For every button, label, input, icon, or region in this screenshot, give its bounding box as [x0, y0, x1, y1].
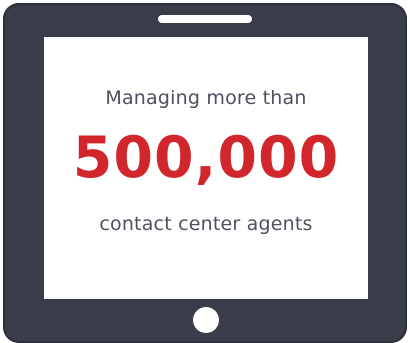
home-button-icon — [193, 307, 219, 333]
headline-bottom: contact center agents — [99, 213, 313, 235]
speaker-slot-icon — [158, 15, 252, 23]
headline-top: Managing more than — [105, 87, 307, 109]
agent-count: 500,000 — [72, 125, 340, 191]
tablet-frame: Managing more than 500,000 contact cente… — [3, 3, 407, 343]
tablet-screen: Managing more than 500,000 contact cente… — [44, 37, 368, 299]
